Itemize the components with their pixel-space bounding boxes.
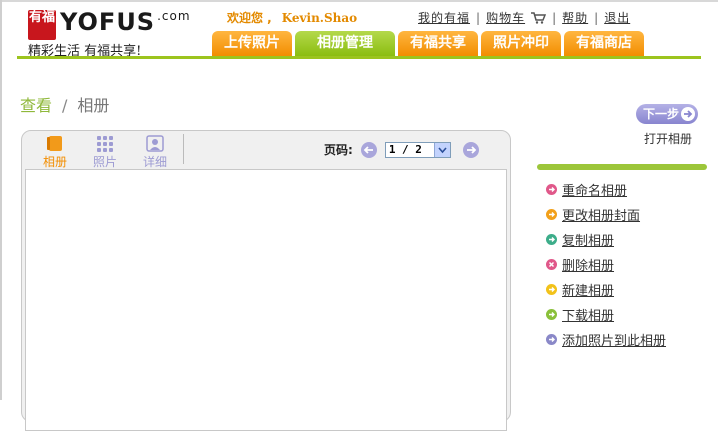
- welcome-text: 欢迎您 ,: [227, 11, 272, 25]
- next-page-button[interactable]: [462, 141, 479, 158]
- arrow-icon: [546, 309, 557, 320]
- chevron-down-icon: [433, 142, 450, 157]
- site-logo[interactable]: 有福 YOFUS .com 精彩生活 有福共享!: [28, 8, 198, 59]
- action-label[interactable]: 下载相册: [562, 305, 614, 324]
- action-label[interactable]: 复制相册: [562, 230, 614, 249]
- toolbar-divider: [183, 134, 184, 164]
- link-separator: |: [594, 10, 599, 25]
- view-mode-label: 照片: [92, 155, 117, 169]
- cart-link[interactable]: 购物车: [486, 9, 525, 26]
- window-left-border: [0, 0, 2, 400]
- action-label[interactable]: 新建相册: [562, 280, 614, 299]
- action-label[interactable]: 重命名相册: [562, 180, 627, 199]
- top-links: 我的有福 | 购物车 | 帮助 | 退出: [418, 9, 630, 26]
- action-copy-album[interactable]: 复制相册: [546, 227, 666, 252]
- tab-share[interactable]: 有福共享: [398, 31, 478, 56]
- action-label[interactable]: 添加照片到此相册: [562, 330, 666, 349]
- my-account-link[interactable]: 我的有福: [418, 9, 470, 26]
- main-nav: 上传照片 相册管理 有福共享 照片冲印 有福商店: [212, 31, 647, 56]
- arrow-right-icon: [681, 107, 695, 121]
- album-icon: [46, 135, 64, 152]
- view-mode-album[interactable]: 相册: [37, 135, 73, 170]
- page-select[interactable]: 1 / 2: [384, 141, 451, 158]
- brand-wordmark: YOFUS .com: [60, 8, 191, 36]
- tab-photo-printing[interactable]: 照片冲印: [481, 31, 561, 56]
- action-add-photos[interactable]: 添加照片到此相册: [546, 327, 666, 352]
- breadcrumb: 查看 / 相册: [20, 92, 109, 116]
- album-content-area[interactable]: [25, 169, 507, 431]
- detail-icon: [146, 135, 164, 152]
- arrow-right-icon: [466, 145, 477, 154]
- pager-label: 页码:: [324, 143, 353, 157]
- x-icon: [546, 259, 557, 270]
- tab-upload-photos[interactable]: 上传照片: [212, 31, 292, 56]
- next-step-button[interactable]: 下一步: [636, 104, 698, 124]
- action-label[interactable]: 删除相册: [562, 255, 614, 274]
- brand-name: YOFUS: [60, 8, 156, 36]
- page-select-value: 1 / 2: [388, 142, 422, 156]
- arrow-icon: [546, 234, 557, 245]
- next-step-label: 下一步: [643, 107, 680, 121]
- breadcrumb-separator: /: [62, 96, 68, 115]
- breadcrumb-current: 相册: [77, 96, 110, 115]
- arrow-left-icon: [363, 145, 373, 154]
- logout-link[interactable]: 退出: [604, 9, 630, 26]
- arrow-icon: [546, 334, 557, 345]
- help-link[interactable]: 帮助: [562, 9, 588, 26]
- arrow-icon: [546, 184, 557, 195]
- tab-store[interactable]: 有福商店: [564, 31, 644, 56]
- nav-underline: [17, 56, 701, 59]
- view-mode-detail[interactable]: 详细: [137, 135, 173, 170]
- link-separator: |: [476, 10, 481, 25]
- view-mode-label: 相册: [42, 155, 67, 169]
- view-mode-photos[interactable]: 照片: [87, 135, 123, 170]
- arrow-icon: [546, 284, 557, 295]
- sidebar-header-bar: [537, 164, 707, 170]
- cart-icon[interactable]: [531, 11, 547, 24]
- brand-suffix: .com: [157, 9, 191, 23]
- username: Kevin.Shao: [281, 11, 358, 25]
- grid-icon: [96, 135, 114, 152]
- action-new-album[interactable]: 新建相册: [546, 277, 666, 302]
- breadcrumb-parent[interactable]: 查看: [20, 96, 52, 115]
- action-label[interactable]: 更改相册封面: [562, 205, 640, 224]
- view-mode-label: 详细: [142, 155, 167, 169]
- pager: 页码: 1 / 2: [324, 141, 479, 158]
- action-change-cover[interactable]: 更改相册封面: [546, 202, 666, 227]
- link-separator: |: [552, 10, 557, 25]
- action-rename-album[interactable]: 重命名相册: [546, 177, 666, 202]
- action-delete-album[interactable]: 删除相册: [546, 252, 666, 277]
- window-top-border: [0, 0, 718, 2]
- welcome-message: 欢迎您 , Kevin.Shao: [227, 9, 357, 26]
- arrow-icon: [546, 209, 557, 220]
- action-download-album[interactable]: 下载相册: [546, 302, 666, 327]
- next-step-caption: 打开相册: [644, 132, 693, 146]
- seal-logo: 有福: [28, 10, 56, 40]
- tab-album-management[interactable]: 相册管理: [295, 31, 395, 56]
- album-actions-list: 重命名相册 更改相册封面 复制相册 删除相册 新建相册 下载相册 添加照片到此相…: [546, 177, 666, 352]
- prev-page-button[interactable]: [360, 141, 377, 158]
- album-viewer-panel: 相册 照片 详细 页码: 1 / 2: [21, 130, 511, 431]
